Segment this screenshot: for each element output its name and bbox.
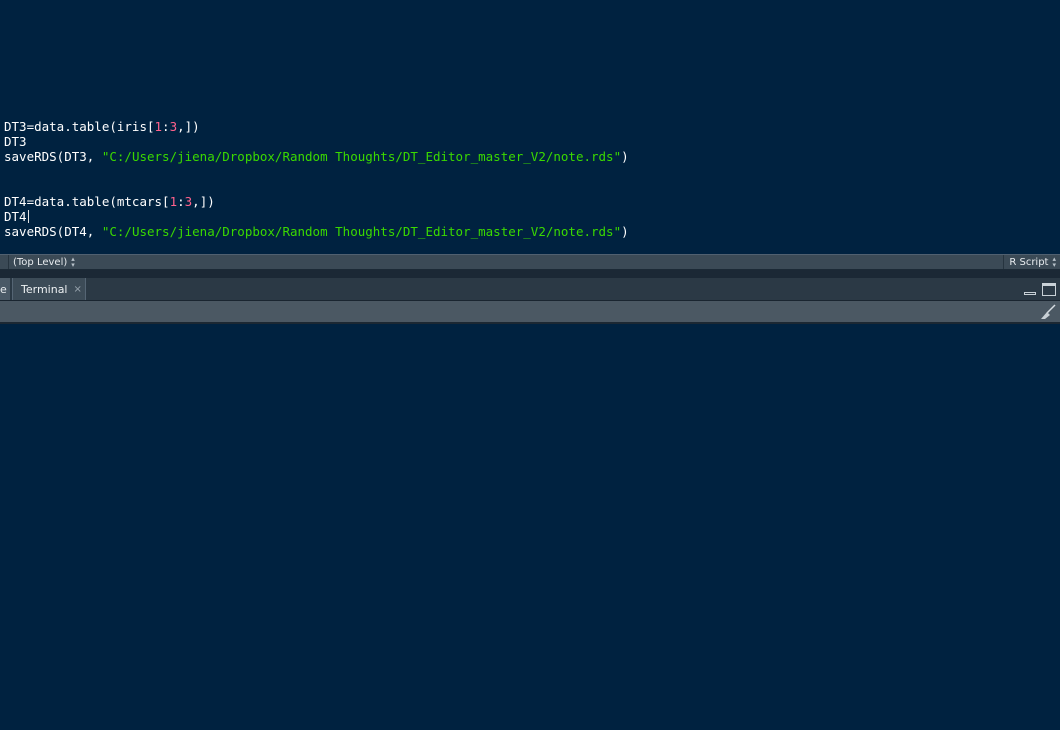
code-token: )	[621, 149, 629, 164]
code-token: saveRDS(DT4,	[4, 224, 102, 239]
updown-icon: ▴ ▾	[71, 255, 75, 269]
code-token: DT3=data.table(iris[	[4, 119, 155, 134]
close-icon[interactable]: ×	[74, 284, 82, 295]
tab-console-label: e	[0, 282, 7, 296]
pane-splitter[interactable]	[0, 270, 1060, 278]
filetype-selector[interactable]: R Script ▴ ▾	[1003, 255, 1060, 269]
scope-selector[interactable]: (Top Level) ▴ ▾	[8, 255, 75, 269]
updown-icon: ▴ ▾	[1052, 255, 1056, 269]
code-token: :	[162, 119, 170, 134]
code-area[interactable]: DT3=data.table(iris[1:3,]) DT3 saveRDS(DT3…	[4, 59, 629, 239]
code-token: :	[177, 194, 185, 209]
code-line[interactable]	[4, 89, 629, 104]
tab-console[interactable]: e	[0, 278, 10, 300]
text-cursor	[27, 210, 29, 223]
string-token: "C:/Users/jiena/Dropbox/Random Thoughts/…	[101, 224, 622, 239]
code-line[interactable]: saveRDS(DT3, "C:/Users/jiena/Dropbox/Ran…	[4, 149, 629, 164]
code-line[interactable]	[4, 104, 629, 119]
code-token: DT4	[4, 209, 27, 224]
code-line[interactable]	[4, 74, 629, 89]
code-line[interactable]: DT3	[4, 134, 629, 149]
code-token: saveRDS(DT3,	[4, 149, 102, 164]
tab-terminal[interactable]: Terminal ×	[12, 278, 86, 300]
number-token: 1	[154, 119, 163, 134]
code-line[interactable]	[4, 59, 629, 74]
code-line[interactable]: DT4	[4, 209, 629, 224]
broom-icon	[1041, 304, 1056, 319]
console-tab-bar: e Terminal ×	[0, 278, 1060, 301]
clear-console-button[interactable]	[1039, 303, 1057, 321]
console-output[interactable]	[0, 324, 1060, 730]
code-token: ,])	[177, 119, 200, 134]
scope-label: (Top Level)	[13, 256, 68, 268]
filetype-label: R Script	[1009, 256, 1049, 268]
console-toolbar	[0, 301, 1060, 324]
source-editor[interactable]: DT3=data.table(iris[1:3,]) DT3 saveRDS(DT3…	[0, 0, 1060, 254]
number-token: 1	[169, 194, 178, 209]
maximize-pane-button[interactable]	[1042, 283, 1056, 296]
code-token: DT4=data.table(mtcars[	[4, 194, 170, 209]
editor-status-bar: (Top Level) ▴ ▾ R Script ▴ ▾	[0, 254, 1060, 270]
code-line[interactable]: DT4=data.table(mtcars[1:3,])	[4, 194, 629, 209]
minimize-pane-button[interactable]	[1023, 283, 1037, 297]
string-token: "C:/Users/jiena/Dropbox/Random Thoughts/…	[101, 149, 622, 164]
code-line[interactable]	[4, 179, 629, 194]
code-token: ,])	[192, 194, 215, 209]
number-token: 3	[169, 119, 178, 134]
code-token: )	[621, 224, 629, 239]
code-line[interactable]: DT3=data.table(iris[1:3,])	[4, 119, 629, 134]
tab-terminal-label: Terminal	[21, 282, 68, 296]
code-line[interactable]: saveRDS(DT4, "C:/Users/jiena/Dropbox/Ran…	[4, 224, 629, 239]
code-line[interactable]	[4, 164, 629, 179]
code-token: DT3	[4, 134, 27, 149]
